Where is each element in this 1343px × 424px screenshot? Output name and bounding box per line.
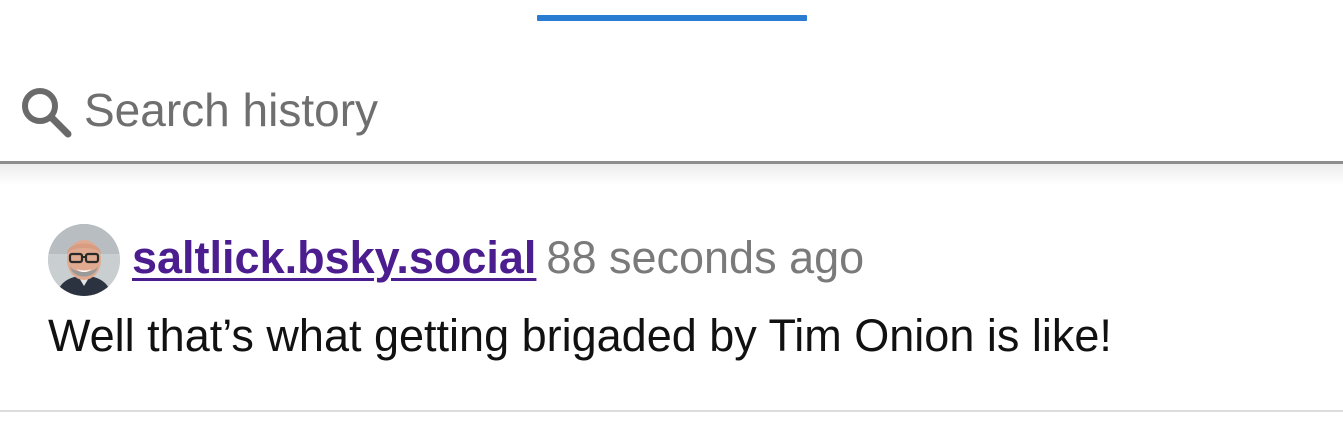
search-input[interactable]	[84, 80, 1284, 140]
list-item[interactable]: saltlick.bsky.social 88 seconds ago Well …	[0, 166, 1343, 412]
user-handle-link[interactable]: saltlick.bsky.social	[132, 232, 536, 283]
search-icon	[22, 88, 72, 138]
avatar[interactable]	[48, 224, 120, 296]
search-bar[interactable]	[0, 60, 1343, 164]
post-text: Well that’s what getting brigaded by Tim…	[48, 310, 1112, 361]
item-header: saltlick.bsky.social 88 seconds ago	[132, 230, 864, 286]
timestamp: 88 seconds ago	[546, 232, 865, 283]
user-avatar-image	[48, 224, 120, 296]
active-tab-indicator	[537, 15, 807, 21]
